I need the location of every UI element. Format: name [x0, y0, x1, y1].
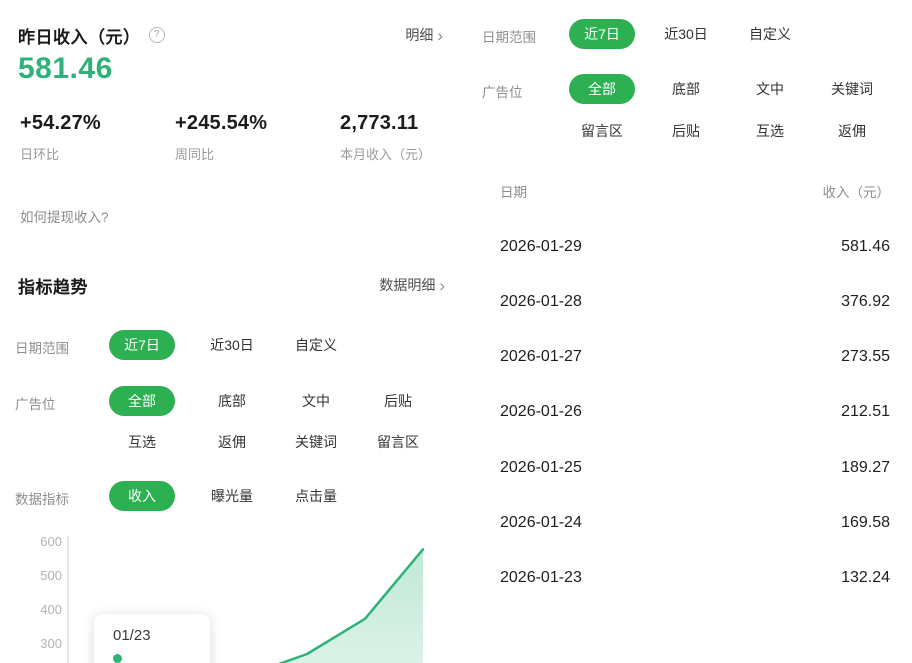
- filter-label: 日期范围: [482, 26, 536, 46]
- row-date: 2026-01-26: [500, 403, 582, 423]
- column-income: 收入（元）: [823, 181, 891, 201]
- stat-label: 日环比: [20, 144, 101, 163]
- filter-label: 广告位: [15, 393, 56, 413]
- option-post-roll[interactable]: 后贴: [356, 386, 440, 416]
- table-row: 2026-01-25 189.27: [500, 459, 890, 479]
- row-date: 2026-01-24: [500, 514, 582, 534]
- ad-revenue-dashboard: { "ui": { "chevron": "›", "help_glyph": …: [0, 0, 912, 663]
- metric-filter: 数据指标 收入 曝光量 点击量: [0, 481, 460, 511]
- row-value: 581.46: [841, 238, 890, 258]
- option-comment-area[interactable]: 留言区: [562, 116, 642, 146]
- option-post-roll[interactable]: 后贴: [646, 116, 726, 146]
- y-axis-tick: 500: [12, 568, 62, 583]
- tooltip-date: 01/23: [113, 627, 210, 644]
- stat-value: 2,773.11: [340, 112, 431, 135]
- column-date: 日期: [500, 181, 527, 201]
- option-income[interactable]: 收入: [100, 481, 184, 511]
- chevron-right-icon: ›: [437, 27, 443, 44]
- yesterday-income-amount: 581.46: [18, 52, 113, 86]
- date-range-filter: 日期范围 近7日 近30日 自定义: [480, 19, 912, 49]
- option-keyword[interactable]: 关键词: [812, 74, 892, 104]
- option-clicks[interactable]: 点击量: [274, 481, 358, 511]
- table-row: 2026-01-23 132.24: [500, 569, 890, 589]
- row-date: 2026-01-23: [500, 569, 582, 589]
- table-row: 2026-01-28 376.92: [500, 293, 890, 313]
- income-detail-label: 明细: [405, 25, 433, 45]
- row-value: 169.58: [841, 514, 890, 534]
- filter-label: 广告位: [482, 81, 523, 101]
- option-custom[interactable]: 自定义: [274, 330, 358, 360]
- trend-chart[interactable]: 600 500 400 300 01/23: [0, 530, 460, 663]
- trend-title: 指标趋势: [18, 273, 88, 298]
- option-in-article[interactable]: 文中: [274, 386, 358, 416]
- row-date: 2026-01-29: [500, 238, 582, 258]
- data-detail-link[interactable]: 数据明细 ›: [379, 275, 445, 295]
- yesterday-income-title: 昨日收入（元）: [18, 23, 141, 48]
- how-to-withdraw-link[interactable]: 如何提现收入?: [20, 206, 109, 226]
- option-all[interactable]: 全部: [100, 386, 184, 416]
- row-value: 212.51: [841, 403, 890, 423]
- stat-label: 周同比: [175, 144, 267, 163]
- chevron-right-icon: ›: [439, 277, 445, 294]
- table-row: 2026-01-24 169.58: [500, 514, 890, 534]
- table-row: 2026-01-29 581.46: [500, 238, 890, 258]
- option-rebate[interactable]: 返佣: [190, 427, 274, 457]
- trend-chart-svg: [0, 530, 460, 663]
- option-all[interactable]: 全部: [562, 74, 642, 104]
- stat-day-over-day: +54.27% 日环比: [20, 112, 101, 163]
- date-range-filter: 日期范围 近7日 近30日 自定义: [0, 330, 460, 360]
- option-last7days[interactable]: 近7日: [562, 19, 642, 49]
- row-value: 273.55: [841, 348, 890, 368]
- table-header: 日期 收入（元）: [500, 181, 890, 201]
- option-rebate[interactable]: 返佣: [812, 116, 892, 146]
- chart-tooltip: 01/23: [93, 613, 211, 663]
- option-bottom[interactable]: 底部: [190, 386, 274, 416]
- option-bottom[interactable]: 底部: [646, 74, 726, 104]
- option-last7days[interactable]: 近7日: [100, 330, 184, 360]
- income-detail-panel: 日期范围 近7日 近30日 自定义 广告位 全部 底部 文中 关键词 留言区 后…: [480, 0, 912, 663]
- ad-slot-filter-row2: 留言区 后贴 互选 返佣: [480, 116, 912, 146]
- filter-label: 日期范围: [15, 337, 69, 357]
- row-date: 2026-01-27: [500, 348, 582, 368]
- option-keyword[interactable]: 关键词: [274, 427, 358, 457]
- row-date: 2026-01-25: [500, 459, 582, 479]
- income-trend-panel: 昨日收入（元） ? 明细 › 581.46 +54.27% 日环比 +245.5…: [0, 0, 460, 663]
- tooltip-series-dot: [113, 654, 122, 663]
- row-value: 376.92: [841, 293, 890, 313]
- help-icon[interactable]: ?: [149, 27, 165, 43]
- table-row: 2026-01-26 212.51: [500, 403, 890, 423]
- y-axis-tick: 600: [12, 534, 62, 549]
- option-mutual-select[interactable]: 互选: [730, 116, 810, 146]
- option-mutual-select[interactable]: 互选: [100, 427, 184, 457]
- y-axis-tick: 400: [12, 602, 62, 617]
- stat-month-income: 2,773.11 本月收入（元）: [340, 112, 431, 163]
- table-row: 2026-01-27 273.55: [500, 348, 890, 368]
- ad-slot-filter-row2: 互选 返佣 关键词 留言区: [0, 427, 460, 457]
- option-comment-area[interactable]: 留言区: [356, 427, 440, 457]
- option-last30days[interactable]: 近30日: [190, 330, 274, 360]
- ad-slot-filter: 广告位 全部 底部 文中 后贴: [0, 386, 460, 416]
- filter-label: 数据指标: [15, 488, 69, 508]
- option-in-article[interactable]: 文中: [730, 74, 810, 104]
- row-date: 2026-01-28: [500, 293, 582, 313]
- row-value: 132.24: [841, 569, 890, 589]
- income-card-header: 昨日收入（元） ? 明细 ›: [18, 23, 443, 47]
- option-custom[interactable]: 自定义: [730, 19, 810, 49]
- ad-slot-filter: 广告位 全部 底部 文中 关键词: [480, 74, 912, 104]
- stat-value: +54.27%: [20, 112, 101, 135]
- stat-week-over-week: +245.54% 周同比: [175, 112, 267, 163]
- stat-value: +245.54%: [175, 112, 267, 135]
- data-detail-label: 数据明细: [379, 275, 435, 295]
- trend-section-header: 指标趋势 数据明细 ›: [18, 274, 445, 296]
- option-impressions[interactable]: 曝光量: [190, 481, 274, 511]
- row-value: 189.27: [841, 459, 890, 479]
- income-detail-link[interactable]: 明细 ›: [405, 25, 443, 45]
- option-last30days[interactable]: 近30日: [646, 19, 726, 49]
- stat-label: 本月收入（元）: [340, 144, 431, 163]
- y-axis-tick: 300: [12, 636, 62, 651]
